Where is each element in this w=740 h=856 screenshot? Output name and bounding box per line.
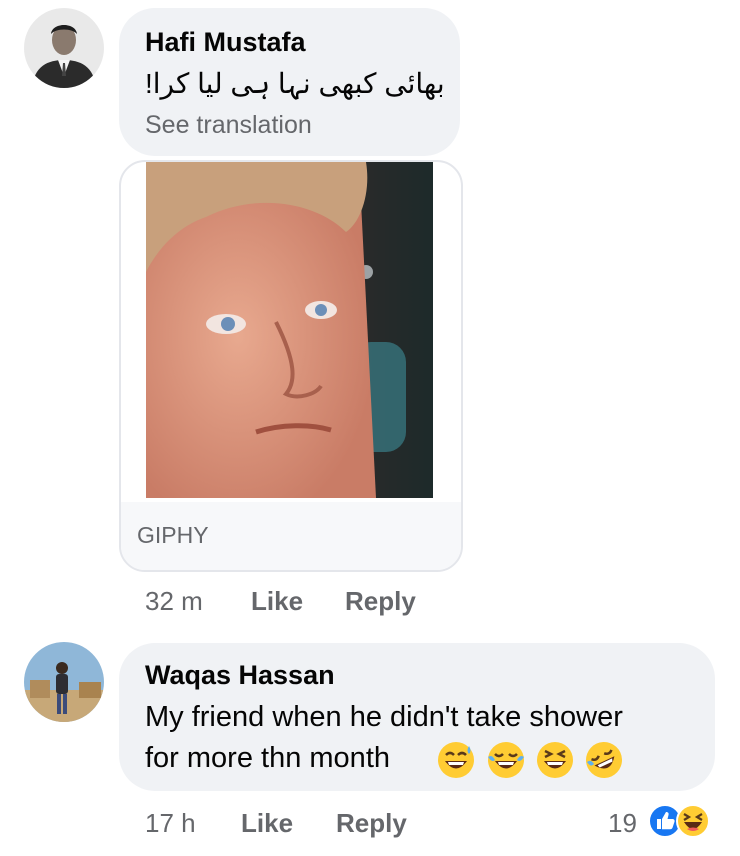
comment-text: بھائی کبھی نہا ہی لیا کرا! bbox=[145, 68, 445, 99]
like-button[interactable]: Like bbox=[251, 586, 303, 617]
reply-button[interactable]: Reply bbox=[336, 808, 407, 839]
avatar-waqas-hassan[interactable] bbox=[24, 642, 104, 722]
sweat-smile-emoji bbox=[436, 740, 476, 780]
joy-emoji bbox=[486, 740, 526, 780]
comment-timestamp[interactable]: 17 h bbox=[145, 808, 196, 839]
gif-footer: GIPHY bbox=[121, 502, 461, 570]
gif-attachment[interactable]: GIPHY bbox=[119, 160, 463, 572]
comment-author[interactable]: Hafi Mustafa bbox=[145, 27, 306, 58]
rofl-emoji bbox=[584, 740, 624, 780]
reaction-count: 19 bbox=[608, 808, 637, 838]
laughing-emoji bbox=[535, 740, 575, 780]
comment-timestamp[interactable]: 32 m bbox=[145, 586, 203, 617]
see-translation-link[interactable]: See translation bbox=[145, 111, 312, 140]
avatar-hafi-mustafa[interactable] bbox=[24, 8, 104, 88]
comment-author[interactable]: Waqas Hassan bbox=[145, 660, 335, 691]
reply-button[interactable]: Reply bbox=[345, 586, 416, 617]
giphy-label: GIPHY bbox=[137, 522, 209, 548]
gif-image bbox=[146, 162, 433, 498]
reaction-summary[interactable]: 19 bbox=[600, 800, 720, 844]
haha-reaction-icon bbox=[676, 804, 710, 838]
comment-text-line-1: My friend when he didn't take shower bbox=[145, 701, 623, 733]
like-button[interactable]: Like bbox=[241, 808, 293, 839]
comment-text-line-2: for more thn month bbox=[145, 742, 390, 774]
